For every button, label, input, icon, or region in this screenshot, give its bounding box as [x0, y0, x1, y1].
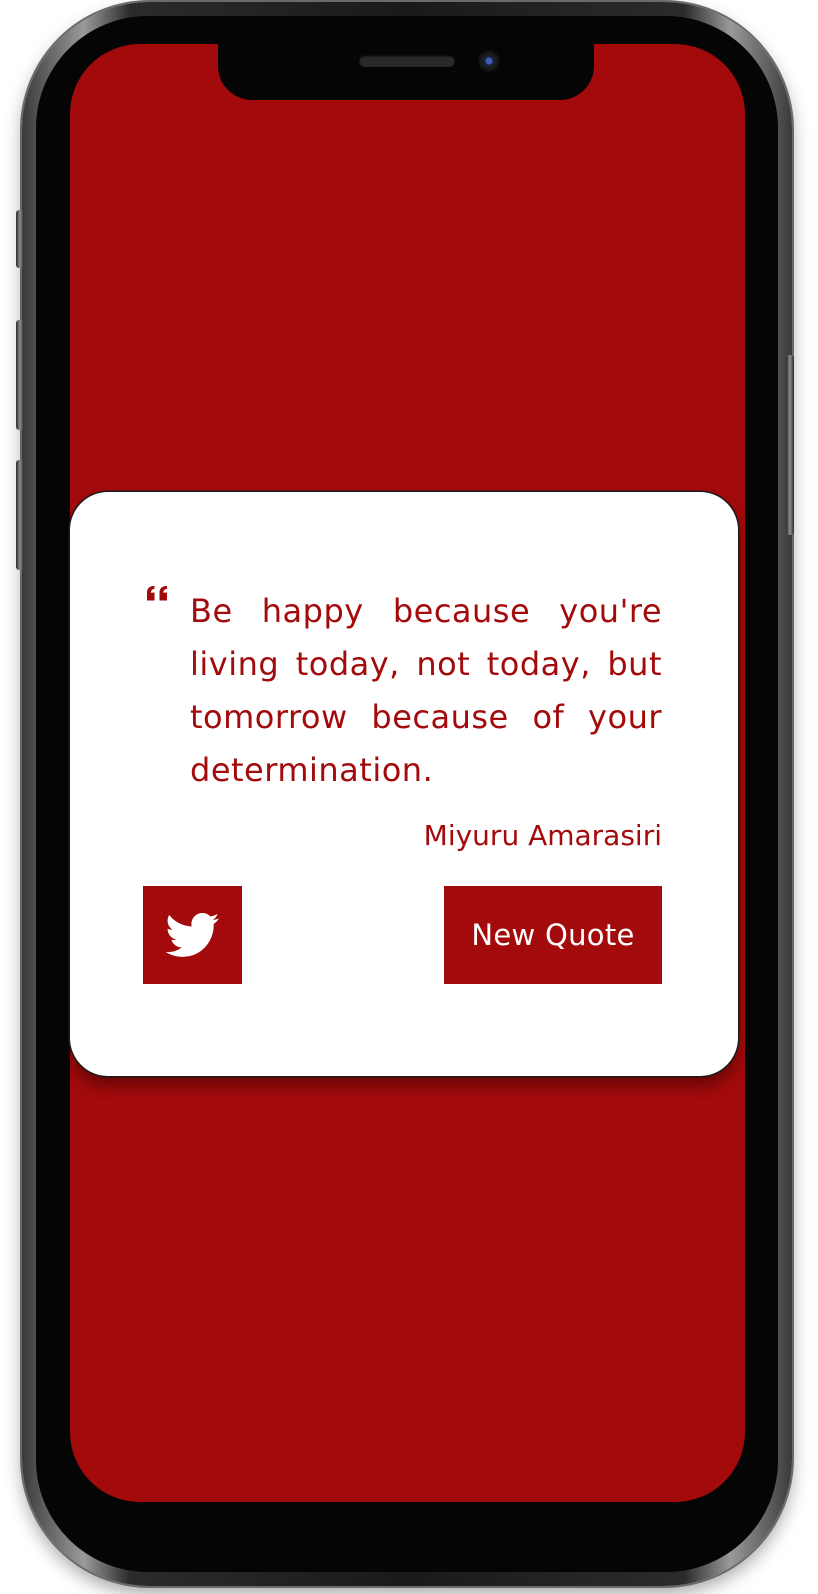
speaker-grille [359, 55, 455, 67]
quote-left-icon [147, 586, 167, 601]
mute-switch [16, 210, 24, 268]
twitter-bird-icon [165, 912, 219, 957]
front-camera [478, 50, 500, 72]
notch [218, 44, 594, 100]
volume-up-button [16, 320, 24, 430]
phone-mockup: Be happy because you're living today, no… [0, 0, 818, 1594]
quote-author: Miyuru Amarasiri [423, 819, 662, 852]
quote-text: Be happy because you're living today, no… [190, 592, 662, 789]
power-button [786, 355, 794, 535]
new-quote-button[interactable]: New Quote [444, 886, 662, 984]
tweet-quote-button[interactable] [143, 886, 242, 984]
volume-down-button [16, 460, 24, 570]
